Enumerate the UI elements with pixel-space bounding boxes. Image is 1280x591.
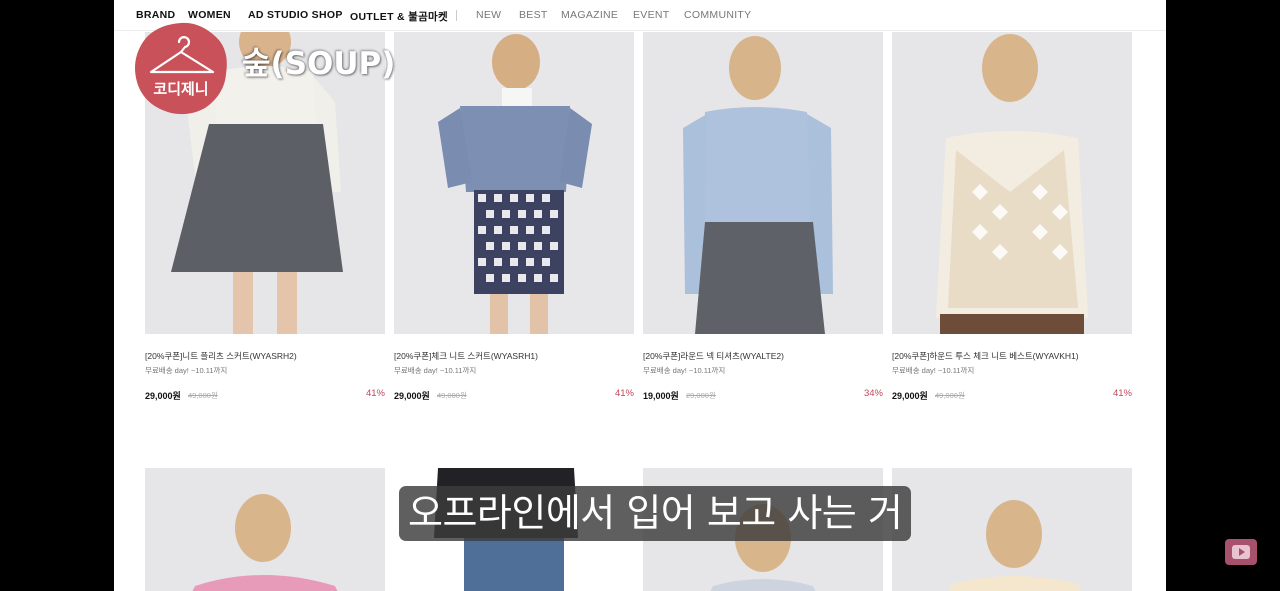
nav-divider <box>456 10 457 21</box>
nav-event[interactable]: EVENT <box>633 9 670 21</box>
product-original-price: 49,000원 <box>188 391 218 400</box>
product-name[interactable]: [20%쿠폰]라운드 넥 티셔츠(WYALTE2) <box>643 350 784 362</box>
product-discount: 41% <box>365 388 385 399</box>
video-subtitle: 오프라인에서 입어 보고 사는 거 <box>399 486 912 541</box>
channel-badge: 코디제니 <box>135 22 227 115</box>
nav-community[interactable]: COMMUNITY <box>684 9 751 21</box>
nav-best[interactable]: BEST <box>519 9 548 21</box>
play-icon <box>1232 545 1250 559</box>
product-price: 29,000원 <box>394 391 430 401</box>
product-name[interactable]: [20%쿠폰]체크 니트 스커트(WYASRH1) <box>394 350 538 362</box>
product-price: 29,000원 <box>145 391 181 401</box>
product-name[interactable]: [20%쿠폰]니트 플리츠 스커트(WYASRH2) <box>145 350 297 362</box>
nav-magazine[interactable]: MAGAZINE <box>561 9 618 21</box>
product-shipping-note: 무료배송 day! ~10.11까지 <box>892 366 975 375</box>
product-original-price: 49,000원 <box>935 391 965 400</box>
nav-ad-studio-shop[interactable]: AD STUDIO SHOP <box>248 9 343 21</box>
product-price: 29,000원 <box>892 391 928 401</box>
product-image[interactable] <box>643 32 883 334</box>
product-image[interactable] <box>394 32 634 334</box>
product-shipping-note: 무료배송 day! ~10.11까지 <box>394 366 477 375</box>
product-shipping-note: 무료배송 day! ~10.11까지 <box>145 366 228 375</box>
product-discount: 34% <box>863 388 883 399</box>
product-image[interactable] <box>145 468 385 591</box>
top-navigation: BRAND WOMEN AD STUDIO SHOP OUTLET & 불곰마켓… <box>114 0 1166 31</box>
product-image[interactable] <box>892 32 1132 334</box>
product-shipping-note: 무료배송 day! ~10.11까지 <box>643 366 726 375</box>
product-image[interactable] <box>892 468 1132 591</box>
product-original-price: 49,000원 <box>437 391 467 400</box>
nav-outlet[interactable]: OUTLET & 불곰마켓 <box>350 9 448 24</box>
channel-title: 숲(SOUP) <box>242 46 396 82</box>
badge-text: 코디제니 <box>153 80 208 98</box>
nav-new[interactable]: NEW <box>476 9 501 21</box>
product-original-price: 29,000원 <box>686 391 716 400</box>
play-button[interactable] <box>1225 539 1257 565</box>
product-price: 19,000원 <box>643 391 679 401</box>
product-discount: 41% <box>614 388 634 399</box>
product-name[interactable]: [20%쿠폰]하운드 투스 체크 니트 베스트(WYAVKH1) <box>892 350 1079 362</box>
product-discount: 41% <box>1112 388 1132 399</box>
